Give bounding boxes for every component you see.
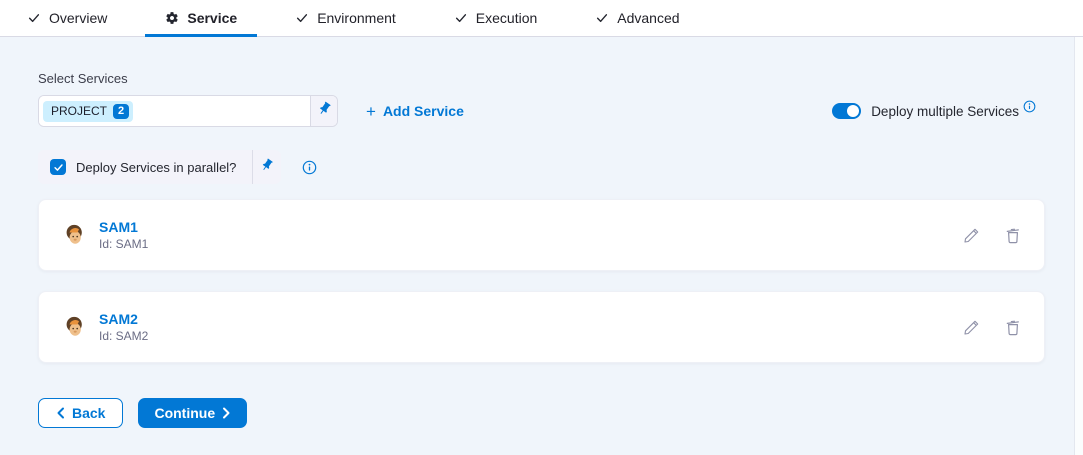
gear-icon — [165, 11, 179, 25]
edit-service-button[interactable] — [963, 227, 980, 244]
deploy-multiple-services-label: Deploy multiple Services — [871, 104, 1019, 119]
wizard-tab-bar: Overview Service Environment Execution A… — [0, 0, 1083, 37]
tab-environment[interactable]: Environment — [275, 0, 416, 36]
service-card-sam2: SAM2 Id: SAM2 — [38, 291, 1045, 363]
chevron-left-icon — [56, 407, 65, 419]
service-avatar — [63, 223, 87, 247]
continue-button[interactable]: Continue — [138, 398, 247, 428]
check-icon — [454, 11, 468, 25]
selected-services-field[interactable]: PROJECT 2 — [39, 96, 310, 126]
runtime-input-pin-button[interactable] — [310, 96, 337, 126]
deploy-parallel-label: Deploy Services in parallel? — [76, 160, 236, 175]
tab-label: Service — [187, 10, 237, 26]
add-service-button[interactable]: + Add Service — [366, 103, 464, 120]
info-icon[interactable] — [1023, 100, 1036, 118]
service-card-sam1: SAM1 Id: SAM1 — [38, 199, 1045, 271]
tab-overview[interactable]: Overview — [7, 0, 127, 36]
pin-icon — [260, 158, 274, 177]
edit-service-button[interactable] — [963, 319, 980, 336]
add-service-label: Add Service — [383, 103, 464, 119]
pencil-icon — [963, 319, 980, 336]
tab-service[interactable]: Service — [145, 0, 257, 36]
back-button-label: Back — [72, 405, 105, 421]
back-button[interactable]: Back — [38, 398, 123, 428]
service-id: Id: SAM1 — [99, 237, 148, 251]
check-icon — [53, 162, 64, 173]
tab-label: Overview — [49, 10, 107, 26]
deploy-parallel-field: Deploy Services in parallel? — [38, 150, 281, 184]
tab-label: Execution — [476, 10, 537, 26]
check-icon — [27, 11, 41, 25]
service-chip-count-badge: 2 — [113, 104, 129, 119]
service-avatar — [63, 315, 87, 339]
service-chip[interactable]: PROJECT 2 — [43, 101, 133, 122]
service-name-link[interactable]: SAM2 — [99, 311, 148, 327]
service-id: Id: SAM2 — [99, 329, 148, 343]
runtime-input-pin-button[interactable] — [253, 150, 281, 184]
chevron-right-icon — [222, 407, 231, 419]
trash-icon — [1005, 319, 1021, 336]
service-name-link[interactable]: SAM1 — [99, 219, 148, 235]
delete-service-button[interactable] — [1004, 319, 1021, 336]
panel-right-edge — [1074, 37, 1083, 455]
trash-icon — [1005, 227, 1021, 244]
select-services-label: Select Services — [38, 37, 1045, 86]
pin-icon — [317, 101, 332, 121]
check-icon — [295, 11, 309, 25]
tab-label: Environment — [317, 10, 396, 26]
tab-execution[interactable]: Execution — [434, 0, 557, 36]
delete-service-button[interactable] — [1004, 227, 1021, 244]
plus-icon: + — [366, 103, 376, 120]
deploy-parallel-checkbox[interactable] — [50, 159, 66, 175]
info-icon[interactable] — [302, 160, 317, 175]
service-step-panel: Select Services PROJECT 2 + Add Service — [0, 37, 1083, 455]
tab-advanced[interactable]: Advanced — [575, 0, 699, 36]
continue-button-label: Continue — [154, 405, 215, 421]
pencil-icon — [963, 227, 980, 244]
service-chip-label: PROJECT — [51, 104, 107, 118]
check-icon — [595, 11, 609, 25]
toggle-knob — [847, 105, 859, 117]
tab-label: Advanced — [617, 10, 679, 26]
select-services-input[interactable]: PROJECT 2 — [38, 95, 338, 127]
deploy-multiple-services-toggle[interactable] — [832, 103, 861, 119]
